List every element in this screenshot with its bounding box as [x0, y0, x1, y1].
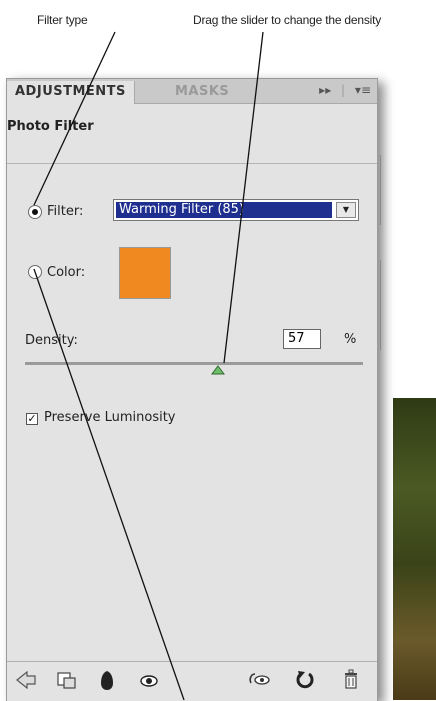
divider: | — [341, 83, 346, 97]
layer-mask-icon[interactable] — [99, 669, 115, 695]
preserve-luminosity-checkbox[interactable]: ✓ — [26, 413, 38, 425]
visibility-eye-icon[interactable] — [139, 673, 159, 692]
density-unit: % — [344, 332, 357, 347]
reset-icon[interactable] — [295, 669, 315, 693]
clip-to-layer-icon[interactable] — [57, 671, 77, 693]
density-slider-track[interactable] — [25, 362, 363, 365]
chevron-down-icon[interactable]: ▼ — [336, 202, 356, 218]
tab-masks[interactable]: MASKS — [167, 81, 237, 103]
trash-icon[interactable] — [343, 669, 359, 693]
forward-double-icon[interactable]: ▸▸ — [319, 83, 331, 97]
panel-title: Photo Filter — [7, 119, 94, 134]
color-radio[interactable] — [28, 265, 42, 279]
panel-tab-bar: ADJUSTMENTS MASKS ▸▸ | ▾≡ — [7, 79, 377, 104]
view-previous-icon[interactable] — [247, 671, 271, 693]
adjustments-panel: ADJUSTMENTS MASKS ▸▸ | ▾≡ Photo Filter F… — [6, 78, 378, 701]
callout-drag-slider: Drag the slider to change the density — [193, 13, 382, 27]
title-divider — [7, 163, 377, 164]
background-divider — [380, 155, 381, 225]
panel-menu-controls: ▸▸ | ▾≡ — [313, 83, 371, 97]
tab-adjustments[interactable]: ADJUSTMENTS — [7, 81, 135, 104]
filter-type-select[interactable]: Warming Filter (85) ▼ — [113, 199, 359, 221]
back-arrow-icon[interactable] — [15, 670, 37, 693]
preserve-luminosity-label: Preserve Luminosity — [44, 410, 176, 425]
filter-type-value: Warming Filter (85) — [116, 202, 332, 218]
callout-filter-type: Filter type — [37, 13, 88, 27]
color-label: Color: — [47, 265, 86, 280]
panel-menu-icon[interactable]: ▾≡ — [355, 83, 371, 97]
toolbar-divider — [7, 661, 377, 662]
density-label: Density: — [25, 333, 78, 348]
background-photo — [393, 398, 436, 700]
background-divider — [380, 260, 381, 350]
density-input[interactable]: 57 — [283, 329, 321, 349]
panel-toolbar — [7, 663, 377, 701]
color-swatch[interactable] — [119, 247, 171, 299]
filter-radio[interactable] — [28, 205, 42, 219]
filter-label: Filter: — [47, 204, 84, 219]
